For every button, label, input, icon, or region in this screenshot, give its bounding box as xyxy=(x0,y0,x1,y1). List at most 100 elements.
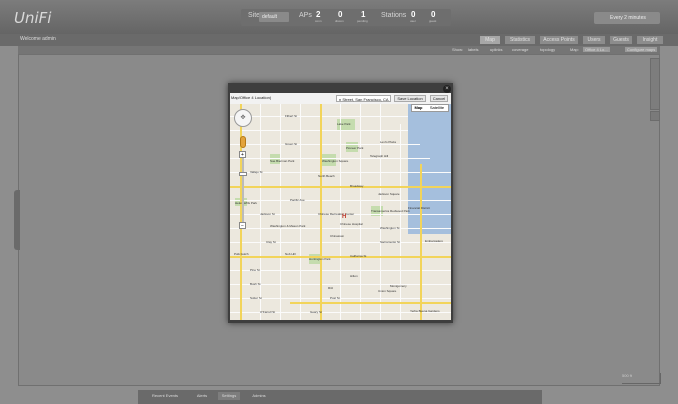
aps-connected-label: conn xyxy=(315,19,322,23)
map-label: Jackson Square xyxy=(378,192,400,196)
show-label: Show: xyxy=(452,47,464,52)
embarcadero-road xyxy=(420,164,422,320)
map-label: Jackson St xyxy=(260,212,275,216)
aps-pending-label: pending xyxy=(357,19,368,23)
tab-admins[interactable]: Admins xyxy=(248,392,270,400)
canvas-zoom-reset-icon[interactable] xyxy=(650,111,660,121)
map-label: Post St xyxy=(330,296,340,300)
tab-users[interactable]: Users xyxy=(583,36,605,44)
toggle-coverage[interactable]: coverage xyxy=(512,47,528,52)
map-label: Financial District xyxy=(408,206,431,210)
address-input[interactable]: n Street, San Francisco, CA xyxy=(336,95,391,102)
canvas-zoom-slider[interactable] xyxy=(650,58,660,110)
configure-maps-button[interactable]: Configure maps xyxy=(625,47,658,52)
map-label: North Beach xyxy=(318,174,335,178)
zoom-out-button[interactable]: − xyxy=(239,222,246,229)
map-select[interactable]: Office 4 Lo... xyxy=(583,47,610,52)
side-panel-handle[interactable] xyxy=(14,190,20,250)
unifi-logo: UniFi xyxy=(14,9,52,27)
stations-user-label: user xyxy=(410,19,416,23)
tab-guests[interactable]: Guests xyxy=(610,36,632,44)
map-label: Levi's Plaza xyxy=(380,140,396,144)
map-type-map-button[interactable]: Map xyxy=(412,105,425,111)
street xyxy=(280,104,281,320)
map-label: Pacific Ave xyxy=(290,198,305,202)
google-map[interactable]: Lake Park Levi's Plaza Pioneer Park Wash… xyxy=(230,104,451,320)
location-title: Map/Office 4 Location) xyxy=(231,95,272,100)
map-label: Chinese Hospital xyxy=(340,222,363,226)
map-toolbar xyxy=(18,46,660,54)
tab-alerts[interactable]: Alerts xyxy=(192,392,212,400)
stations-user-count: 0 xyxy=(411,10,416,19)
stations-label: Stations xyxy=(381,12,407,19)
scale-bar: 500 ft xyxy=(622,373,661,384)
map-label: Transamerica Redwood Park xyxy=(371,209,410,213)
save-location-button[interactable]: Save Location xyxy=(394,95,426,102)
map-label: Embarcadero xyxy=(425,239,444,243)
pan-arrows-icon[interactable]: ✥ xyxy=(234,109,252,127)
tab-access-points[interactable]: Access Points xyxy=(540,36,578,44)
map-label: Sutter St xyxy=(250,296,262,300)
status-summary: Site default APs 2 conn 0 discon 1 pendi… xyxy=(241,9,451,26)
aps-pending-count: 1 xyxy=(361,10,366,19)
map-label: Washington Square xyxy=(322,159,349,163)
map-label: Chinese Recreation Center xyxy=(318,212,355,216)
map-label: Union Square xyxy=(378,289,397,293)
toggle-uplinks[interactable]: uplinks xyxy=(490,47,502,52)
site-select[interactable]: default xyxy=(259,12,289,22)
map-label: Chinatown xyxy=(330,234,345,238)
close-icon[interactable]: × xyxy=(443,85,451,93)
map-label: Lake Park xyxy=(337,122,351,126)
toggle-topology[interactable]: topology xyxy=(540,47,555,52)
aps-label: APs xyxy=(299,12,312,19)
street xyxy=(360,104,361,320)
map-label: Washington St xyxy=(380,226,400,230)
california-road xyxy=(230,256,451,258)
map-label: Sacramento St xyxy=(380,240,400,244)
location-marker-icon: H xyxy=(342,214,347,220)
map-label: Broadway xyxy=(350,184,364,188)
map-label: Telegraph Hill xyxy=(370,154,389,158)
aps-connected-count: 2 xyxy=(316,10,321,19)
tab-insight[interactable]: Insight xyxy=(637,36,663,44)
zoom-in-button[interactable]: + xyxy=(239,151,246,158)
zoom-thumb[interactable] xyxy=(239,172,247,176)
street xyxy=(300,104,301,320)
aps-disconnected-count: 0 xyxy=(338,10,343,19)
map-label: Washington & Mason Park xyxy=(270,224,306,228)
broadway-road xyxy=(230,186,451,188)
tab-map[interactable]: Map xyxy=(480,36,500,44)
map-label: Geary St xyxy=(310,310,322,314)
tab-recent-events[interactable]: Recent Events xyxy=(147,392,183,400)
street xyxy=(230,116,408,117)
map-label: Helen Wills Park xyxy=(235,201,258,205)
welcome-menu[interactable]: Welcome admin xyxy=(20,36,56,42)
toggle-labels[interactable]: labels xyxy=(468,47,478,52)
zoom-track[interactable] xyxy=(242,158,244,222)
map-label: Pioneer Park xyxy=(346,146,364,150)
map-label: Polk Gulch xyxy=(234,252,249,256)
map-label: Vallejo St xyxy=(250,170,263,174)
map-label: Hilton xyxy=(350,274,358,278)
map-label: O'Farrell St xyxy=(260,310,276,314)
stations-guest-count: 0 xyxy=(431,10,436,19)
map-label: Huntington Park xyxy=(309,257,331,261)
scale-label: 500 ft xyxy=(622,373,633,378)
map-type-satellite-button[interactable]: Satellite xyxy=(426,105,448,111)
map-label: Pine St xyxy=(250,268,260,272)
stations-guest-label: guest xyxy=(429,19,437,23)
cancel-button[interactable]: Cancel xyxy=(430,95,448,102)
aps-disconnected-label: discon xyxy=(335,19,344,23)
map-label: California St xyxy=(350,254,367,258)
street xyxy=(400,124,401,320)
pegman-icon[interactable] xyxy=(240,136,246,148)
refresh-interval-select[interactable]: Every 2 minutes xyxy=(594,12,660,24)
map-label: Clay St xyxy=(266,240,276,244)
street xyxy=(230,144,420,145)
map-label: Sue Bierman Park xyxy=(270,159,295,163)
tab-statistics[interactable]: Statistics xyxy=(505,36,535,44)
map-label: Nob Hill xyxy=(285,252,296,256)
map-label: Filbert St xyxy=(285,114,298,118)
map-select-label: Map: xyxy=(570,47,579,52)
tab-settings[interactable]: Settings xyxy=(218,392,240,400)
